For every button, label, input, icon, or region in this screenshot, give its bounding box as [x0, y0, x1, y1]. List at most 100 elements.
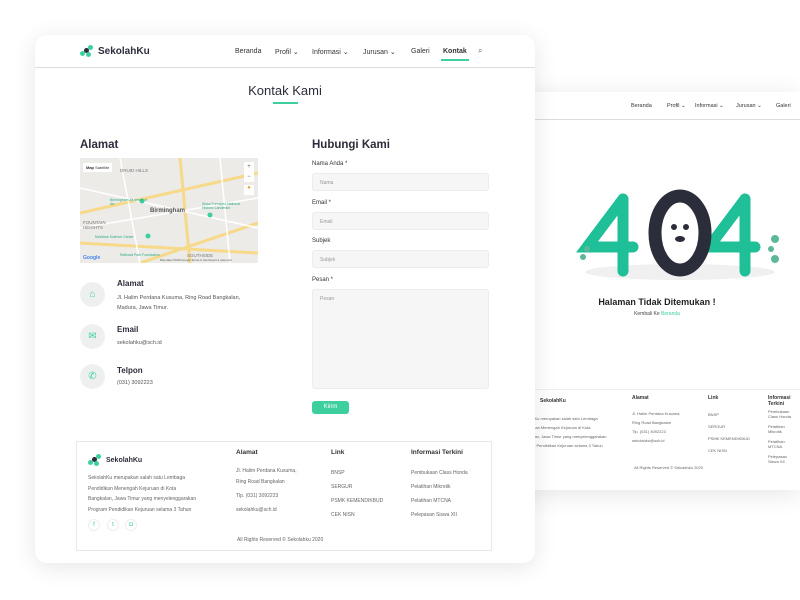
name-label: Nama Anda *: [312, 161, 348, 167]
map-label: Birmingham Museum of Art: [110, 198, 147, 206]
nav-label: Informasi: [695, 103, 718, 109]
back-text: Kembali Ke Beranda: [557, 311, 757, 317]
logo[interactable]: SekolahKu: [80, 45, 150, 58]
map-label: DRUID HILLS: [120, 168, 149, 173]
nav-profil[interactable]: Profil ⌄: [667, 103, 686, 109]
logo-icon: [80, 45, 93, 58]
google-logo: Google: [83, 255, 101, 261]
search-icon[interactable]: ⌕: [478, 46, 482, 56]
footer-about: SekolahKu merupakan salah satu Lembaga Pe…: [88, 473, 196, 515]
footer-logo: SekolahKu: [88, 454, 142, 467]
footer-link[interactable]: SERGUR: [708, 421, 750, 433]
footer-link[interactable]: BNSP: [331, 466, 383, 480]
zoom-controls[interactable]: + −: [244, 162, 254, 182]
chevron-down-icon: ⌄: [342, 49, 349, 56]
form-heading: Hubungi Kami: [312, 139, 390, 151]
footer-link[interactable]: PSMK KEMENDIKBUD: [331, 494, 383, 508]
pegman-icon[interactable]: ●: [244, 185, 254, 195]
map-label: Sloss Furnaces National Historic Landmar…: [202, 202, 240, 210]
footer-link-heading: Link: [708, 395, 719, 401]
notfound-title: Halaman Tidak Ditemukan !: [598, 297, 716, 307]
subject-label: Subjek: [312, 238, 331, 244]
address-line: Madura, Jawa Timur.: [117, 305, 169, 311]
footer-brand: SekolahKu: [540, 398, 566, 404]
zoom-out-icon[interactable]: −: [244, 172, 254, 182]
map-type-tabs[interactable]: Map Satellite: [83, 163, 113, 172]
instagram-icon[interactable]: ◘: [125, 519, 137, 531]
submit-button[interactable]: Kirim: [312, 401, 349, 414]
map-label: FOUNTAIN HEIGHTS: [83, 220, 106, 230]
nav-jurusan[interactable]: Jurusan ⌄: [736, 103, 762, 109]
chevron-down-icon: ⌄: [292, 49, 299, 56]
copyright: All Rights Reserved © Sekolahku 2020: [237, 537, 324, 543]
chevron-down-icon: ⌄: [389, 49, 396, 56]
address-line: Tlp. (031) 3092223: [236, 493, 279, 499]
address-line: Ring Road Bangkalan: [632, 420, 671, 425]
satellite-tab[interactable]: Satellite: [95, 165, 109, 170]
about-line: Bangkalan, Jawa Timur yang menyelenggara…: [88, 496, 197, 502]
zoom-in-icon[interactable]: +: [244, 162, 254, 172]
nav-informasi[interactable]: Informasi ⌄: [312, 48, 349, 56]
nav-kontak[interactable]: Kontak: [441, 48, 469, 61]
map-label: McWane Science Center: [95, 235, 134, 239]
nav-galeri[interactable]: Galeri: [776, 103, 791, 109]
contact-page-mockup: SekolahKu Beranda Profil ⌄ Informasi ⌄ J…: [35, 35, 535, 563]
news-link[interactable]: Pelatihan Mikrotik: [411, 480, 468, 494]
footer-link[interactable]: PSMK KEMENDIKBUD: [708, 433, 750, 445]
message-textarea[interactable]: Pesan: [312, 289, 489, 389]
info-title: Email: [117, 325, 139, 334]
info-email: sekolahku@sch.id: [117, 340, 162, 346]
nav-profil[interactable]: Profil ⌄: [275, 48, 299, 56]
map-city-label: Birmingham: [150, 208, 186, 214]
about-line: SekolahKu merupakan salah satu Lembaga: [88, 475, 186, 481]
map[interactable]: Map Satellite DRUID HILLS Birmingham Mus…: [80, 158, 258, 263]
footer-link[interactable]: BNSP: [708, 409, 750, 421]
back-home-link[interactable]: Beranda: [661, 311, 680, 317]
nav-label: Profil: [275, 49, 291, 56]
footer-link[interactable]: CEK NISN: [708, 445, 750, 457]
facebook-icon[interactable]: f: [88, 519, 100, 531]
footer: SekolahKu SekolahKu merupakan salah satu…: [76, 441, 492, 551]
phone-icon: ✆: [80, 364, 105, 389]
nav-label: Informasi: [312, 49, 341, 56]
news-link[interactable]: Pelepasan Siswa XII: [768, 454, 798, 464]
map-tab[interactable]: Map: [86, 165, 94, 170]
map-label: Railroad Park Foundation: [120, 253, 160, 257]
logo-icon: [88, 454, 101, 467]
footer-address: Jl. Halim Perdana Kusuma, Ring Road Bangk…: [632, 409, 680, 445]
news-link[interactable]: Pembukaan Class Honda: [768, 409, 798, 419]
email-input[interactable]: Email: [312, 212, 489, 230]
email-label: Email *: [312, 200, 332, 206]
news-link[interactable]: Pelatihan MTCNA: [411, 494, 468, 508]
news-link[interactable]: Pelepasan Siswa XII: [411, 508, 468, 522]
footer-links: BNSP SERGUR PSMK KEMENDIKBUD CEK NISN: [331, 466, 383, 522]
footer-address-heading: Alamat: [632, 395, 649, 401]
address-line: Tlp. (031) 3092223: [632, 429, 666, 434]
navbar: SekolahKu Beranda Profil ⌄ Informasi ⌄ J…: [35, 35, 535, 68]
address-line: Jl. Halim Perdana Kusuma, Ring Road Bang…: [117, 295, 241, 301]
message-label: Pesan *: [312, 277, 334, 283]
home-icon: ⌂: [80, 282, 105, 307]
nav-beranda[interactable]: Beranda: [631, 103, 652, 109]
nav-galeri[interactable]: Galeri: [411, 48, 430, 55]
news-link[interactable]: Pembukaan Class Honda: [411, 466, 468, 480]
name-input[interactable]: Nama: [312, 173, 489, 191]
footer-news: Pembukaan Class Honda Pelatihan Mikrotik P…: [411, 466, 468, 522]
nav-informasi[interactable]: Informasi ⌄: [695, 103, 724, 109]
nav-beranda[interactable]: Beranda: [235, 48, 261, 55]
footer-news-heading: Informasi Terkini: [768, 395, 791, 407]
address-line: Ring Road Bangkalan: [236, 479, 285, 485]
footer-news-heading: Informasi Terkini: [411, 449, 463, 456]
footer-links: BNSP SERGUR PSMK KEMENDIKBUD CEK NISN: [708, 409, 750, 457]
footer-link[interactable]: CEK NISN: [331, 508, 383, 522]
address-heading: Alamat: [80, 139, 119, 151]
news-link[interactable]: Pelatihan MTCNA: [768, 439, 798, 449]
nav-jurusan[interactable]: Jurusan ⌄: [363, 48, 396, 56]
footer-address: Jl. Halim Perdana Kusuma, Ring Road Bangk…: [236, 466, 297, 516]
nav-label: Profil: [667, 103, 680, 109]
twitter-icon[interactable]: t: [107, 519, 119, 531]
subject-input[interactable]: Subjek: [312, 250, 489, 268]
footer-news: Pembukaan Class Honda Pelatihan Mikrotik P…: [768, 409, 798, 464]
footer-link[interactable]: SERGUR: [331, 480, 383, 494]
news-link[interactable]: Pelatihan Mikrotik: [768, 424, 798, 434]
